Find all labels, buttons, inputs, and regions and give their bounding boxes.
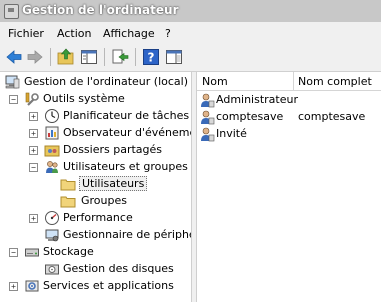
user-name: Administrateur — [216, 93, 298, 106]
shared-folder-icon — [44, 145, 60, 157]
tree-item-utilisateurs[interactable]: Utilisateurs — [0, 176, 191, 192]
collapse-toggle[interactable]: − — [9, 248, 18, 257]
user-icon — [201, 93, 215, 108]
tree-item-observateur[interactable]: + Observateur d'événements — [0, 125, 191, 141]
menu-bar: Fichier Action Affichage ? — [0, 22, 381, 44]
services-icon — [25, 280, 39, 292]
user-icon — [201, 110, 215, 125]
toolbar: ? — [0, 44, 381, 72]
tree-item-services[interactable]: + Services et applications — [0, 278, 191, 294]
list-header: Nom Nom complet — [197, 72, 381, 91]
tree-label-observateur: Observateur d'événements — [63, 126, 191, 139]
properties-pane-icon[interactable] — [165, 48, 183, 66]
column-header-nom-complet[interactable]: Nom complet — [298, 75, 372, 88]
up-folder-icon[interactable] — [57, 48, 75, 66]
folder-icon — [60, 179, 76, 191]
help-icon[interactable]: ? — [142, 48, 160, 66]
menu-help[interactable]: ? — [165, 27, 171, 40]
toolbar-separator — [135, 48, 136, 66]
list-row[interactable]: Administrateur — [197, 92, 381, 108]
user-name: comptesave — [216, 110, 284, 123]
tree-label-gestionnaire: Gestionnaire de périphériques — [63, 228, 191, 241]
expand-toggle[interactable]: + — [29, 146, 38, 155]
tree-label-services: Services et applications — [43, 279, 174, 292]
export-list-icon[interactable] — [111, 48, 129, 66]
tree-label-stockage: Stockage — [43, 245, 94, 258]
results-list: Nom Nom complet Administrateur comptesav… — [197, 72, 381, 302]
list-row[interactable]: comptesave comptesave — [197, 109, 381, 125]
column-header-nom[interactable]: Nom — [202, 75, 228, 88]
toolbar-separator — [50, 48, 51, 66]
window-title: Gestion de l'ordinateur — [22, 3, 179, 17]
tree-label-groupes: Groupes — [81, 194, 127, 207]
tree-label-dossiers: Dossiers partagés — [63, 143, 163, 156]
tree-item-outils-systeme[interactable]: − Outils système — [0, 91, 191, 107]
menu-fichier[interactable]: Fichier — [8, 27, 44, 40]
title-bar: Gestion de l'ordinateur — [0, 0, 381, 22]
folder-icon — [60, 196, 76, 208]
show-hide-tree-icon[interactable] — [80, 48, 98, 66]
expand-toggle[interactable]: + — [29, 112, 38, 121]
tree-label-root: Gestion de l'ordinateur (local) — [24, 75, 189, 88]
tree-label-performance: Performance — [63, 211, 133, 224]
users-groups-icon — [46, 161, 58, 173]
tree-label-planificateur: Planificateur de tâches — [63, 109, 190, 122]
tree-label-outils: Outils système — [43, 92, 125, 105]
tree-item-groupes[interactable]: Groupes — [0, 193, 191, 209]
tree-item-root[interactable]: Gestion de l'ordinateur (local) — [0, 74, 191, 90]
tree-item-utilisateurs-groupes[interactable]: − Utilisateurs et groupes locaux — [0, 159, 191, 175]
expand-toggle[interactable]: + — [29, 214, 38, 223]
tree-item-stockage[interactable]: − Stockage — [0, 244, 191, 260]
svg-text:?: ? — [148, 51, 155, 65]
tree-item-dossiers[interactable]: + Dossiers partagés — [0, 142, 191, 158]
tree-label-utilisateurs-groupes: Utilisateurs et groupes locaux — [63, 160, 191, 173]
forward-icon[interactable] — [26, 48, 44, 66]
back-icon[interactable] — [5, 48, 23, 66]
tree-label-gestion-disques: Gestion des disques — [63, 262, 174, 275]
tree-label-utilisateurs: Utilisateurs — [79, 176, 148, 191]
expand-toggle[interactable]: + — [9, 282, 18, 291]
tree-item-planificateur[interactable]: + Planificateur de tâches — [0, 108, 191, 124]
tools-icon — [25, 92, 39, 106]
app-icon — [4, 4, 19, 19]
tree-item-gestionnaire[interactable]: Gestionnaire de périphériques — [0, 227, 191, 243]
console-tree: Gestion de l'ordinateur (local) − Outils… — [0, 72, 191, 302]
user-name: Invité — [216, 127, 247, 140]
tree-item-gestion-disques[interactable]: Gestion des disques — [0, 261, 191, 277]
performance-icon — [45, 211, 59, 225]
disk-management-icon — [45, 264, 59, 275]
menu-action[interactable]: Action — [57, 27, 91, 40]
column-separator[interactable] — [293, 72, 294, 90]
device-manager-icon — [45, 229, 59, 242]
computer-management-icon — [5, 75, 20, 89]
event-viewer-icon — [45, 126, 59, 140]
user-full-name: comptesave — [298, 110, 366, 123]
tree-item-performance[interactable]: + Performance — [0, 210, 191, 226]
storage-icon — [25, 248, 39, 257]
collapse-toggle[interactable]: − — [29, 163, 38, 172]
toolbar-separator — [104, 48, 105, 66]
expand-toggle[interactable]: + — [29, 129, 38, 138]
clock-icon — [45, 109, 59, 123]
list-row[interactable]: Invité — [197, 126, 381, 142]
menu-affichage[interactable]: Affichage — [103, 27, 155, 40]
collapse-toggle[interactable]: − — [9, 95, 18, 104]
user-icon — [201, 127, 215, 142]
